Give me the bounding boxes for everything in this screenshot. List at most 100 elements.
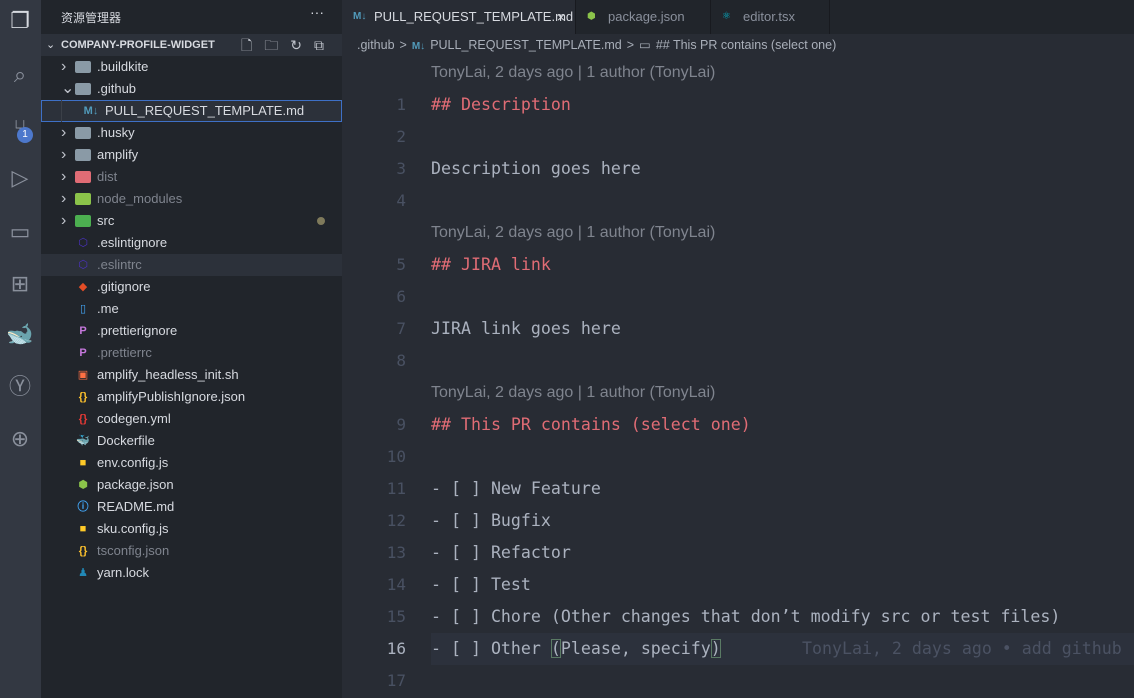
file-icon: ⬡ — [78, 259, 88, 271]
extensions-icon[interactable]: ⊞ — [5, 269, 35, 299]
tree-item[interactable]: ▯ .me — [41, 298, 342, 320]
code-line: 8 — [342, 345, 1134, 377]
bracket-match: ) — [710, 639, 721, 658]
project-header[interactable]: ⌄ COMPANY-PROFILE-WIDGET 🗋🗀↻⧉ — [41, 34, 342, 56]
line-number: 9 — [396, 415, 406, 434]
tab-editor-tsx[interactable]: ⚛ editor.tsx — [711, 0, 830, 34]
codelens-text: TonyLai, 2 days ago | 1 author (TonyLai) — [431, 64, 716, 81]
tree-item-label: .buildkite — [97, 59, 149, 74]
tree-item-label: src — [97, 213, 115, 228]
markdown-icon: M↓ — [411, 41, 426, 52]
network-icon[interactable]: ⊕ — [5, 424, 35, 454]
chevron-down-icon: ⌄ — [46, 39, 56, 51]
codelens-text: TonyLai, 2 days ago | 1 author (TonyLai) — [431, 224, 716, 241]
code-editor[interactable]: TonyLai, 2 days ago | 1 author (TonyLai)… — [342, 57, 1134, 697]
tree-item[interactable]: › .buildkite — [41, 56, 342, 78]
line-text: ## This PR contains (select one) — [431, 415, 751, 434]
breadcrumb-item[interactable]: PULL_REQUEST_TEMPLATE.md — [430, 38, 622, 52]
new-file-icon[interactable]: 🗋 — [241, 37, 264, 53]
explorer-sidebar: 资源管理器 ··· ⌄ COMPANY-PROFILE-WIDGET 🗋🗀↻⧉ … — [41, 0, 342, 698]
tree-item-label: yarn.lock — [97, 565, 150, 580]
search-icon[interactable]: ⌕ — [5, 60, 35, 90]
tree-item[interactable]: {} codegen.yml — [41, 408, 342, 430]
tree-item[interactable]: P .prettierrc — [41, 342, 342, 364]
tree-item-label: .github — [97, 81, 137, 96]
tree-item[interactable]: ■ sku.config.js — [41, 518, 342, 540]
chevron-right-icon: > — [626, 38, 634, 52]
codelens-blame[interactable]: TonyLai, 2 days ago | 1 author (TonyLai) — [342, 217, 1134, 249]
tree-item[interactable]: 🐳 Dockerfile — [41, 430, 342, 452]
tree-item[interactable]: › dist — [41, 166, 342, 188]
inline-blame: TonyLai, 2 days ago • add github — [802, 639, 1122, 658]
tab-bar: M↓ PULL_REQUEST_TEMPLATE.md × ⬢ package.json… — [342, 0, 1134, 34]
tab-label: PULL_REQUEST_TEMPLATE.md — [374, 9, 574, 24]
tree-item[interactable]: {} amplifyPublishIgnore.json — [41, 386, 342, 408]
file-icon: ♟ — [78, 567, 88, 579]
tree-item[interactable]: ■ env.config.js — [41, 452, 342, 474]
tree-item[interactable]: ⬡ .eslintrc — [41, 254, 342, 276]
line-text: - [ ] Test — [431, 575, 531, 594]
file-icon: ■ — [79, 523, 87, 535]
tree-item[interactable]: ⌄ .github — [41, 78, 342, 100]
code-line: 11 - [ ] New Feature — [342, 473, 1134, 505]
refresh-icon[interactable]: ↻ — [290, 37, 314, 53]
project-name: COMPANY-PROFILE-WIDGET — [61, 39, 215, 51]
tree-item[interactable]: M↓ PULL_REQUEST_TEMPLATE.md — [41, 100, 342, 122]
file-icon: P — [79, 325, 87, 337]
remote-explorer-icon[interactable]: ▭ — [5, 217, 35, 247]
codelens-blame[interactable]: TonyLai, 2 days ago | 1 author (TonyLai) — [342, 57, 1134, 89]
chevron-right-icon: › — [61, 168, 67, 185]
line-number: 15 — [386, 607, 406, 626]
line-text: - [ ] Bugfix — [431, 511, 551, 530]
tree-item[interactable]: ♟ yarn.lock — [41, 562, 342, 584]
code-line: 6 — [342, 281, 1134, 313]
new-folder-icon[interactable]: 🗀 — [264, 37, 290, 53]
line-number: 3 — [396, 159, 406, 178]
collapse-all-icon[interactable]: ⧉ — [314, 37, 336, 53]
breadcrumb-item[interactable]: .github — [357, 38, 395, 52]
tree-item-label: amplify — [97, 147, 139, 162]
tree-item[interactable]: › .husky — [41, 122, 342, 144]
line-number: 14 — [386, 575, 406, 594]
tree-item-label: Dockerfile — [97, 433, 155, 448]
file-icon: ⬡ — [78, 237, 88, 249]
tree-item-label: amplifyPublishIgnore.json — [97, 389, 246, 404]
tree-item[interactable]: P .prettierignore — [41, 320, 342, 342]
code-line: 2 — [342, 121, 1134, 153]
tree-item[interactable]: ⬡ .eslintignore — [41, 232, 342, 254]
docker-icon[interactable]: 🐋 — [5, 319, 35, 349]
code-line: 12 - [ ] Bugfix — [342, 505, 1134, 537]
tab-pull_request_template-md[interactable]: M↓ PULL_REQUEST_TEMPLATE.md × — [342, 0, 576, 34]
run-debug-icon[interactable]: ▷ — [5, 163, 35, 193]
git-graph-icon[interactable]: Ⓨ — [5, 372, 35, 402]
line-text: ## JIRA link — [431, 255, 551, 274]
line-text: - [ ] New Feature — [431, 479, 601, 498]
explorer-icon[interactable]: ❐ — [5, 6, 35, 36]
tree-item[interactable]: {} tsconfig.json — [41, 540, 342, 562]
line-number: 4 — [396, 191, 406, 210]
tree-item-label: .husky — [97, 125, 135, 140]
tree-item[interactable]: ⬢ package.json — [41, 474, 342, 496]
tree-item[interactable]: › amplify — [41, 144, 342, 166]
tree-item[interactable]: ◆ .gitignore — [41, 276, 342, 298]
tree-item-label: .prettierrc — [97, 345, 152, 360]
tree-item[interactable]: › node_modules — [41, 188, 342, 210]
more-actions-button[interactable]: ··· — [310, 4, 324, 20]
tree-item[interactable]: ▣ amplify_headless_init.sh — [41, 364, 342, 386]
folder-icon — [75, 83, 91, 95]
line-number: 10 — [386, 447, 406, 466]
tab-label: editor.tsx — [743, 9, 796, 24]
line-number: 13 — [386, 543, 406, 562]
tree-item[interactable]: ⓘ README.md — [41, 496, 342, 518]
chevron-right-icon: › — [61, 124, 67, 141]
file-icon: ▯ — [79, 303, 87, 315]
breadcrumb-item[interactable]: ## This PR contains (select one) — [656, 38, 836, 52]
tab-package-json[interactable]: ⬢ package.json — [576, 0, 711, 34]
folder-icon — [75, 61, 91, 73]
tree-item-label: node_modules — [97, 191, 183, 206]
line-number: 1 — [396, 95, 406, 114]
tree-item[interactable]: › src — [41, 210, 342, 232]
close-icon[interactable]: × — [557, 0, 565, 34]
tree-item-label: sku.config.js — [97, 521, 169, 536]
codelens-blame[interactable]: TonyLai, 2 days ago | 1 author (TonyLai) — [342, 377, 1134, 409]
